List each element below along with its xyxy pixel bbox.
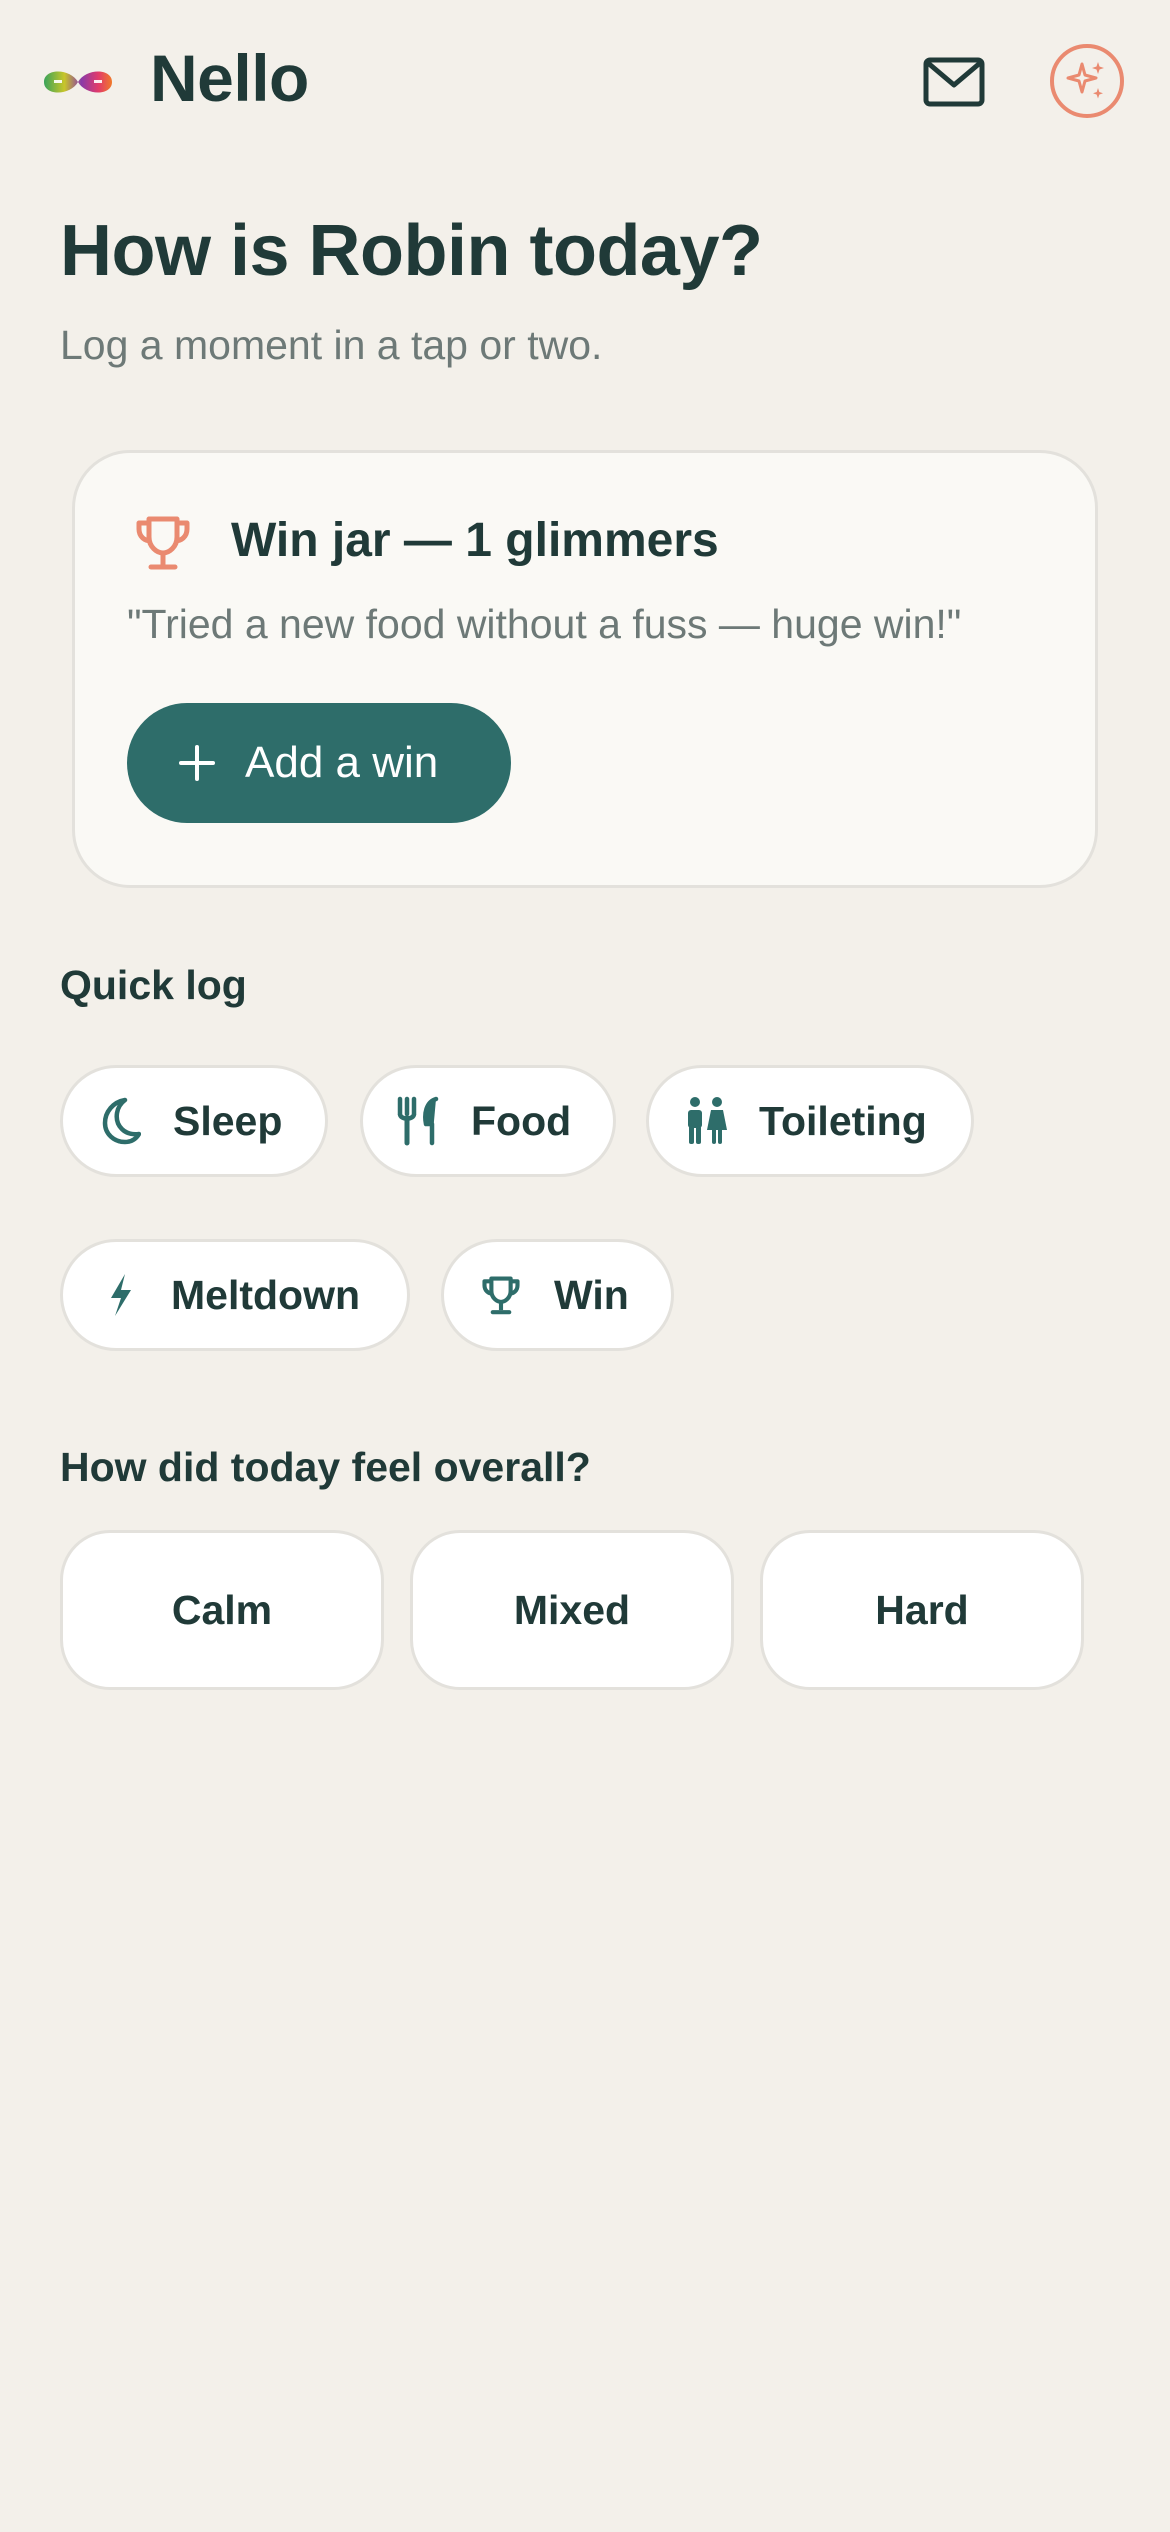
win-jar-title: Win jar — 1 glimmers [231, 514, 719, 567]
quick-log-sleep[interactable]: Sleep [60, 1065, 328, 1177]
ai-assistant-button[interactable] [1050, 44, 1124, 118]
add-win-button[interactable]: Add a win [127, 703, 511, 823]
quick-log-toileting[interactable]: Toileting [646, 1065, 974, 1177]
mood-label: Mixed [513, 1586, 631, 1633]
quick-log-meltdown[interactable]: Meltdown [60, 1239, 410, 1351]
day-feel-title: How did today feel overall? [60, 1444, 591, 1490]
page-title: How is Robin today? [60, 211, 763, 291]
add-win-label: Add a win [245, 738, 439, 787]
quick-log-food[interactable]: Food [360, 1065, 616, 1177]
chip-label: Win [554, 1271, 629, 1318]
chip-label: Sleep [173, 1097, 283, 1144]
chip-label: Food [471, 1097, 572, 1144]
trophy-icon [131, 511, 195, 580]
sparkle-icon [1066, 62, 1104, 99]
app-title: Nello [150, 41, 309, 115]
page-subtitle: Log a moment in a tap or two. [60, 322, 603, 368]
app-header: Nello [0, 0, 1170, 165]
trophy-icon [478, 1272, 524, 1318]
chip-label: Meltdown [171, 1271, 361, 1318]
moon-icon [93, 1096, 143, 1146]
mail-button[interactable] [916, 50, 992, 114]
lightning-icon [105, 1272, 135, 1318]
win-jar-card: Win jar — 1 glimmers "Tried a new food w… [72, 450, 1098, 888]
mood-option-hard[interactable]: Hard [760, 1530, 1084, 1690]
quick-log-win[interactable]: Win [441, 1239, 674, 1351]
mood-option-calm[interactable]: Calm [60, 1530, 384, 1690]
mood-option-mixed[interactable]: Mixed [410, 1530, 734, 1690]
mood-label: Hard [875, 1586, 969, 1633]
win-jar-quote: "Tried a new food without a fuss — huge … [127, 601, 962, 647]
restroom-icon [683, 1096, 729, 1146]
chip-label: Toileting [759, 1097, 927, 1144]
utensils-icon [395, 1096, 441, 1146]
mail-icon [923, 57, 985, 107]
infinity-logo-icon [40, 60, 116, 104]
quick-log-title: Quick log [60, 962, 247, 1008]
mood-label: Calm [171, 1586, 273, 1633]
plus-icon [179, 745, 215, 781]
